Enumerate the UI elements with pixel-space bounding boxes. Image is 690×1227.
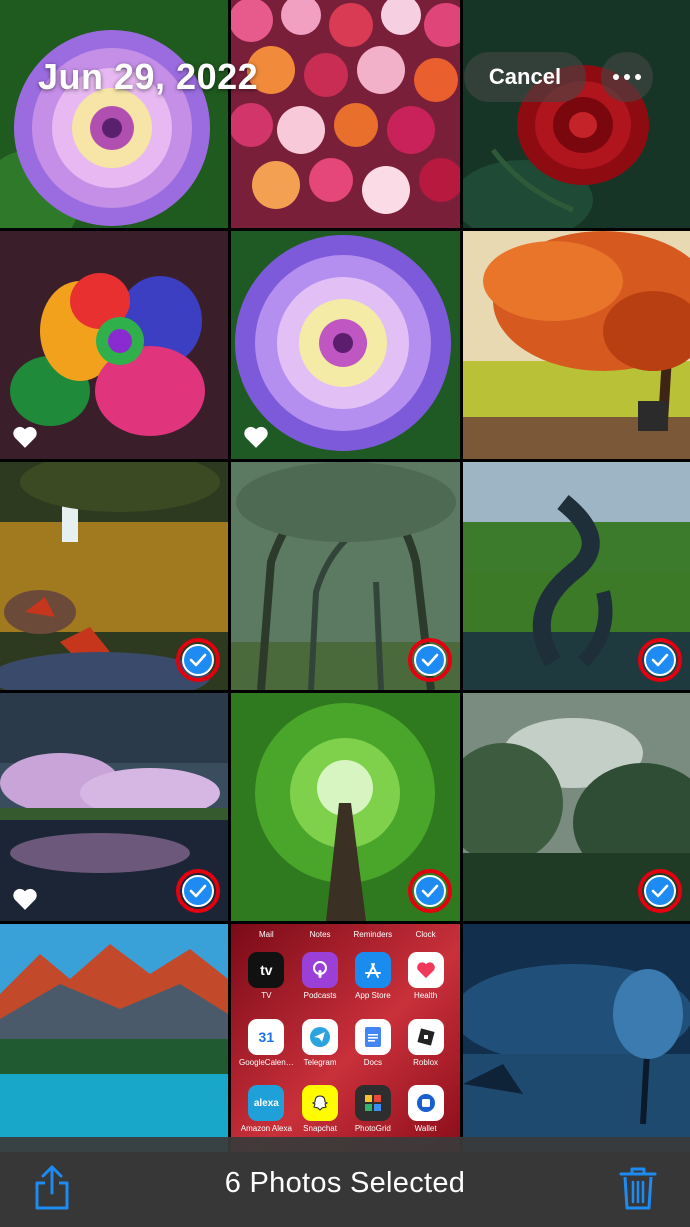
wallet-icon <box>407 1085 444 1122</box>
photo-tile[interactable] <box>463 693 690 921</box>
selection-count: 6 Photos Selected <box>224 1167 466 1199</box>
alexa-icon: alexa <box>248 1085 285 1122</box>
trash-icon[interactable] <box>618 1165 658 1211</box>
tv-icon: tv <box>248 952 285 988</box>
photo-tile[interactable] <box>463 462 690 690</box>
app-reminders: Reminders <box>353 930 393 939</box>
photo-tile[interactable] <box>231 231 460 459</box>
app-app-store: App Store <box>346 952 399 1015</box>
more-options-button[interactable] <box>601 52 653 102</box>
app-google-calendar: 31 GoogleCalen… <box>239 1018 294 1082</box>
health-icon <box>407 952 444 988</box>
date-title: Jun 29, 2022 <box>38 56 259 97</box>
selected-check-icon[interactable] <box>176 869 220 913</box>
photo-tile[interactable] <box>463 0 690 228</box>
app-tv: tv TV <box>239 952 294 1015</box>
photo-tile[interactable] <box>0 924 228 1152</box>
photo-tile[interactable] <box>231 0 460 228</box>
home-screen-screenshot: Mail Notes Reminders Clock tv TV Podcasts… <box>231 924 460 1152</box>
photo-tile[interactable] <box>231 462 460 690</box>
photo-tile[interactable] <box>463 231 690 459</box>
app-docs: Docs <box>346 1018 399 1082</box>
ellipsis-icon <box>613 74 619 80</box>
app-mail: Mail <box>259 930 274 939</box>
photo-tile-home-screen[interactable]: Mail Notes Reminders Clock tv TV Podcasts… <box>231 924 460 1152</box>
app-podcasts: Podcasts <box>294 952 347 1015</box>
calendar-icon: 31 <box>248 1018 285 1055</box>
docs-icon <box>354 1018 391 1055</box>
app-roblox: Roblox <box>399 1018 452 1082</box>
cancel-button[interactable]: Cancel <box>464 52 586 102</box>
app-notes: Notes <box>309 930 331 939</box>
photogrid-icon <box>354 1085 391 1122</box>
photo-tile[interactable] <box>0 462 228 690</box>
photo-tile[interactable] <box>0 693 228 921</box>
favorite-heart-icon <box>13 888 37 910</box>
podcasts-icon <box>302 952 339 988</box>
selected-check-icon[interactable] <box>638 869 682 913</box>
app-store-icon <box>354 952 391 988</box>
favorite-heart-icon <box>244 426 268 448</box>
snapchat-icon <box>302 1085 339 1122</box>
roblox-icon <box>407 1018 444 1055</box>
app-health: Health <box>399 952 452 1015</box>
photo-tile[interactable] <box>0 0 228 228</box>
favorite-heart-icon <box>13 426 37 448</box>
selected-check-icon[interactable] <box>638 638 682 682</box>
app-telegram: Telegram <box>294 1018 347 1082</box>
photo-grid: Mail Notes Reminders Clock tv TV Podcasts… <box>0 0 690 1152</box>
selected-check-icon[interactable] <box>408 638 452 682</box>
photo-tile[interactable] <box>231 693 460 921</box>
selected-check-icon[interactable] <box>408 869 452 913</box>
selection-toolbar: 6 Photos Selected <box>0 1137 690 1227</box>
photo-tile[interactable] <box>0 231 228 459</box>
selected-check-icon[interactable] <box>176 638 220 682</box>
telegram-icon <box>302 1018 339 1055</box>
app-clock: Clock <box>415 930 436 939</box>
photo-tile[interactable] <box>463 924 690 1152</box>
